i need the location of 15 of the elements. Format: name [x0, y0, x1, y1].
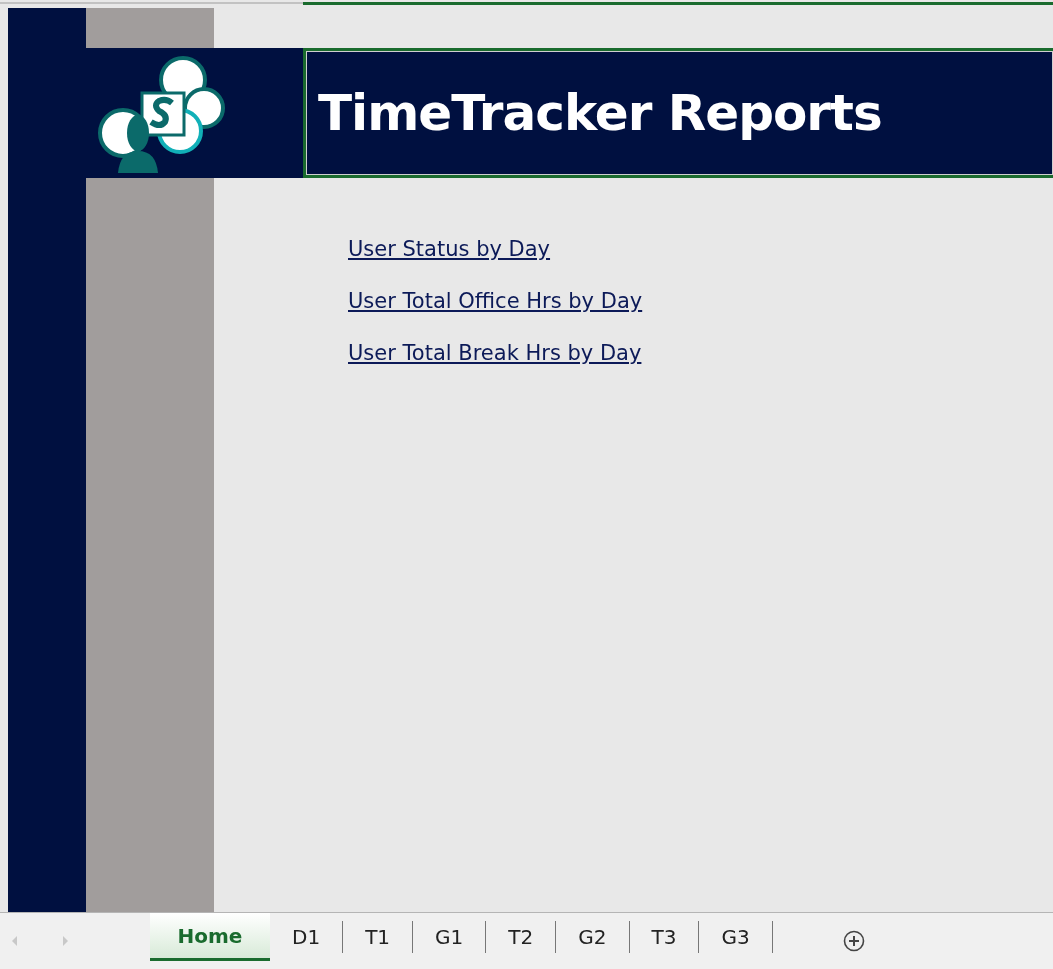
- sheet-tab[interactable]: G1: [413, 921, 487, 954]
- scroll-right-icon[interactable]: [62, 936, 68, 947]
- sheet-tab[interactable]: T1: [343, 921, 414, 954]
- report-link[interactable]: User Total Break Hrs by Day: [348, 340, 642, 367]
- scroll-left-icon[interactable]: [12, 936, 18, 947]
- sheet-tab[interactable]: Home: [150, 913, 270, 962]
- report-link[interactable]: User Status by Day: [348, 236, 551, 263]
- sheet-tab[interactable]: D1: [270, 921, 344, 954]
- sheet-tab[interactable]: G2: [556, 921, 630, 954]
- sheet-tab[interactable]: T2: [486, 921, 557, 954]
- sheet-tab[interactable]: T3: [629, 921, 700, 954]
- sheet-tab[interactable]: G3: [699, 921, 773, 954]
- report-link[interactable]: User Total Office Hrs by Day: [348, 288, 643, 315]
- add-sheet-icon[interactable]: [842, 930, 865, 953]
- report-title: TimeTracker Reports: [318, 84, 882, 142]
